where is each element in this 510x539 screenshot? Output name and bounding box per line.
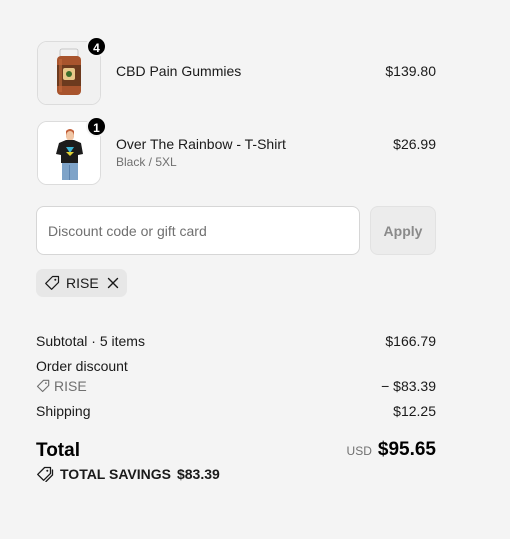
subtotal-row: Subtotal · 5 items $166.79: [36, 333, 436, 349]
discount-code: RISE: [36, 378, 87, 394]
applied-discount-chip: RISE: [36, 269, 127, 297]
subtotal-value: $166.79: [385, 333, 436, 349]
tag-icon: [45, 275, 60, 290]
total-amount-group: USD $95.65: [347, 439, 436, 461]
product-name: CBD Pain Gummies: [116, 63, 242, 79]
cart-line-item: 1 Over The Rainbow - T-Shirt Black / 5XL…: [37, 116, 436, 185]
product-variant: Black / 5XL: [116, 155, 177, 169]
currency-code: USD: [346, 444, 372, 458]
order-discount-row: Order discount: [36, 358, 436, 374]
apply-discount-button[interactable]: Apply: [370, 206, 436, 255]
total-label: Total: [36, 440, 80, 461]
savings-label: TOTAL SAVINGS: [60, 466, 171, 482]
cart-line-item: 4 CBD Pain Gummies $139.80: [37, 36, 436, 105]
product-price: $26.99: [393, 136, 436, 152]
total-savings: TOTAL SAVINGS $83.39: [36, 466, 220, 482]
order-discount-label: Order discount: [36, 358, 128, 374]
shipping-row: Shipping $12.25: [36, 403, 436, 419]
remove-discount-button[interactable]: [107, 277, 119, 289]
discount-code-text: RISE: [54, 378, 87, 394]
applied-discount-code: RISE: [66, 275, 99, 291]
total-value: $95.65: [377, 439, 436, 460]
discount-code-row: RISE − $83.39: [36, 378, 436, 396]
tag-icon: [36, 379, 50, 393]
product-name: Over The Rainbow - T-Shirt: [116, 136, 286, 152]
discount-code-input[interactable]: [36, 206, 360, 255]
shipping-value: $12.25: [393, 403, 436, 419]
quantity-badge: 1: [86, 116, 107, 137]
price-tags-icon: [37, 466, 54, 482]
quantity-badge: 4: [86, 36, 107, 57]
discount-value: − $83.39: [381, 378, 436, 394]
shipping-label: Shipping: [36, 403, 91, 419]
product-price: $139.80: [385, 63, 436, 79]
subtotal-label: Subtotal · 5 items: [36, 333, 145, 349]
product-thumbnail: 1: [37, 116, 107, 185]
close-icon: [107, 277, 118, 289]
product-thumbnail: 4: [37, 36, 107, 105]
savings-value: $83.39: [176, 466, 220, 482]
